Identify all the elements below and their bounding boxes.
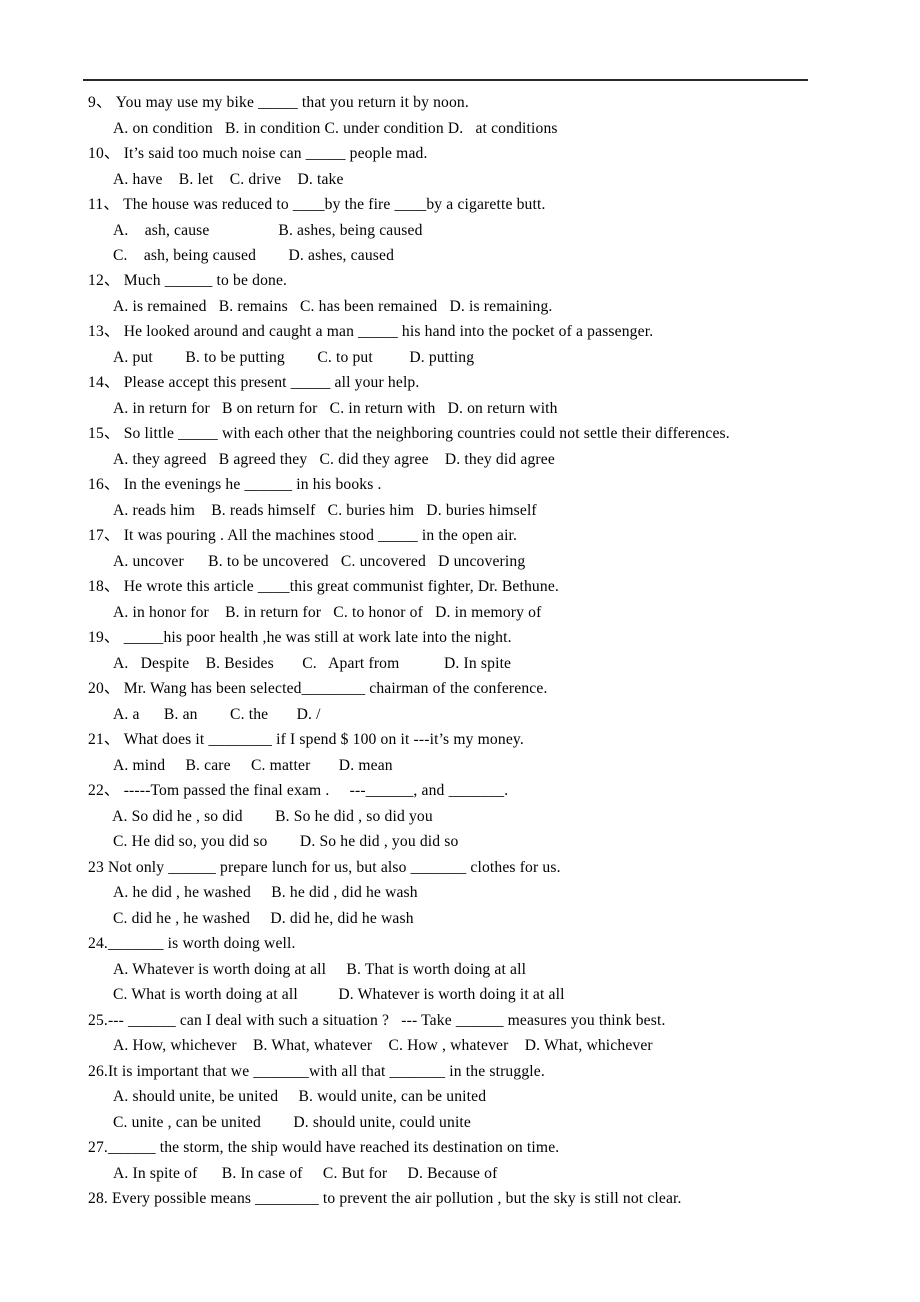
question-options-line: A. have B. let C. drive D. take [113, 170, 344, 188]
question-options-line: A. ash, cause B. ashes, being caused [113, 221, 423, 239]
question-options-line: A. they agreed B agreed they C. did they… [113, 451, 555, 468]
question-item-18: 18、 He wrote this article ____this great… [0, 574, 920, 625]
question-item-20: 20、 Mr. Wang has been selected________ c… [0, 676, 920, 727]
question-stem: 15、 So little _____ with each other that… [88, 425, 730, 443]
question-item-19: 19、 _____his poor health ,he was still a… [0, 625, 920, 676]
question-options-line: A. put B. to be putting C. to put D. put… [113, 349, 475, 366]
question-options-line: A. reads him B. reads himself C. buries … [113, 502, 537, 519]
question-stem: 10、 It’s said too much noise can _____ p… [88, 145, 428, 162]
question-options-line: A. Despite B. Besides C. Apart from D. I… [113, 655, 512, 672]
question-stem: 24._______ is worth doing well. [88, 935, 296, 953]
question-stem: 17、 It was pouring . All the machines st… [88, 527, 518, 545]
question-stem: 28. Every possible means ________ to pre… [88, 1190, 682, 1208]
question-item-27: 27.______ the storm, the ship would have… [0, 1135, 920, 1186]
question-options-line: A. Whatever is worth doing at all B. Tha… [113, 960, 527, 978]
question-item-16: 16、 In the evenings he ______ in his boo… [0, 472, 920, 523]
question-item-23: 23 Not only ______ prepare lunch for us,… [0, 855, 920, 931]
question-item-10: 10、 It’s said too much noise can _____ p… [0, 141, 920, 192]
question-options-line: A. is remained B. remains C. has been re… [113, 298, 553, 315]
question-stem: 13、 He looked around and caught a man __… [88, 323, 654, 341]
question-item-13: 13、 He looked around and caught a man __… [0, 319, 920, 370]
question-stem: 18、 He wrote this article ____this great… [88, 578, 559, 596]
question-options-line: C. unite , can be united D. should unite… [113, 1113, 471, 1131]
question-options-line: A. should unite, be united B. would unit… [113, 1088, 487, 1106]
question-stem: 21、 What does it ________ if I spend $ 1… [88, 731, 524, 749]
question-stem: 9、 You may use my bike _____ that you re… [88, 94, 469, 111]
question-stem: 25.--- ______ can I deal with such a sit… [88, 1011, 666, 1029]
question-item-21: 21、 What does it ________ if I spend $ 1… [0, 727, 920, 778]
question-item-24: 24._______ is worth doing well. A. Whate… [0, 931, 920, 1007]
question-stem: 27.______ the storm, the ship would have… [88, 1139, 560, 1157]
question-item-17: 17、 It was pouring . All the machines st… [0, 523, 920, 574]
question-item-14: 14、 Please accept this present _____ all… [0, 370, 920, 421]
question-options-line: A. How, whichever B. What, whatever C. H… [113, 1037, 653, 1055]
question-options-line: A. on condition B. in condition C. under… [113, 119, 558, 137]
questions-container: 9、 You may use my bike _____ that you re… [0, 90, 920, 1212]
question-stem: 26.It is important that we _______with a… [88, 1062, 545, 1080]
question-stem: 12、 Much ______ to be done. [88, 272, 288, 290]
question-item-25: 25.--- ______ can I deal with such a sit… [0, 1008, 920, 1059]
question-item-15: 15、 So little _____ with each other that… [0, 421, 920, 472]
question-options-line: A. uncover B. to be uncovered C. uncover… [113, 553, 526, 570]
question-options-line: A. he did , he washed B. he did , did he… [113, 884, 418, 902]
question-stem: 11、 The house was reduced to ____by the … [88, 196, 546, 213]
question-stem: 23 Not only ______ prepare lunch for us,… [88, 858, 561, 876]
question-item-11: 11、 The house was reduced to ____by the … [0, 192, 920, 268]
question-options-line: C. He did so, you did so D. So he did , … [113, 833, 459, 851]
question-options-line: A. in honor for B. in return for C. to h… [113, 604, 542, 621]
question-item-26: 26.It is important that we _______with a… [0, 1059, 920, 1135]
question-stem: 20、 Mr. Wang has been selected________ c… [88, 680, 548, 698]
question-item-9: 9、 You may use my bike _____ that you re… [0, 90, 920, 141]
question-stem: 19、 _____his poor health ,he was still a… [88, 629, 512, 647]
question-item-28: 28. Every possible means ________ to pre… [0, 1186, 920, 1212]
question-options-line: A. a B. an C. the D. / [113, 706, 321, 723]
header-divider-rule [83, 79, 808, 81]
question-options-line: A. In spite of B. In case of C. But for … [113, 1164, 498, 1182]
question-stem: 16、 In the evenings he ______ in his boo… [88, 476, 382, 494]
question-item-12: 12、 Much ______ to be done. A. is remain… [0, 268, 920, 319]
question-stem: 22、 -----Tom passed the final exam . ---… [88, 782, 509, 800]
question-options-line: A. mind B. care C. matter D. mean [113, 757, 393, 774]
question-item-22: 22、 -----Tom passed the final exam . ---… [0, 778, 920, 854]
question-stem: 14、 Please accept this present _____ all… [88, 374, 420, 392]
question-options-line: C. What is worth doing at all D. Whateve… [113, 986, 565, 1004]
question-options-line: A. in return for B on return for C. in r… [113, 400, 558, 417]
question-options-line: C. ash, being caused D. ashes, caused [113, 247, 395, 264]
question-options-line: A. So did he , so did B. So he did , so … [108, 808, 433, 825]
question-options-line: C. did he , he washed D. did he, did he … [113, 909, 414, 927]
worksheet-page: 9、 You may use my bike _____ that you re… [0, 0, 920, 1302]
